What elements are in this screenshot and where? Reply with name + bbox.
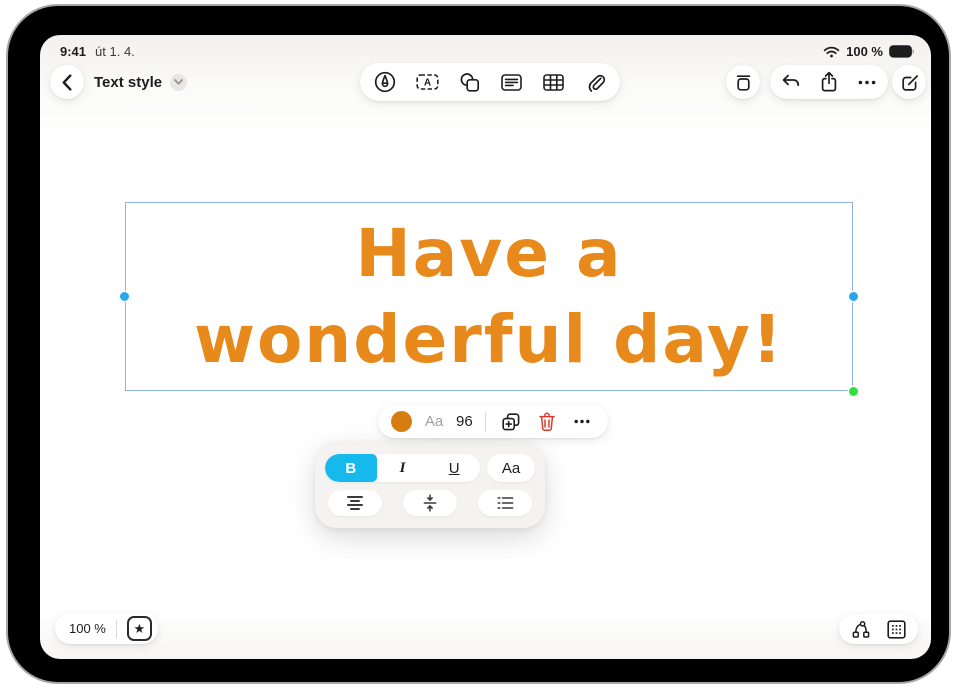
duplicate-button[interactable] — [499, 410, 523, 434]
battery-percentage: 100 % — [846, 44, 883, 59]
favorites-star-icon: ★ — [133, 620, 146, 636]
ipad-bezel: 9:41 út 1. 4. 100 % Text style A Have a … — [6, 4, 951, 684]
text-box-tool-icon: A — [415, 74, 439, 90]
table-tool-button[interactable] — [536, 65, 570, 99]
undo-icon — [782, 74, 800, 87]
snap-grid-icon — [886, 619, 906, 639]
favorites-button[interactable]: ★ — [126, 616, 152, 641]
draw-tool-icon — [374, 71, 396, 93]
freeform-app-screen: 9:41 út 1. 4. 100 % Text style A Have a … — [40, 35, 931, 659]
svg-text:A: A — [423, 78, 430, 89]
board-text-line1: Have a — [355, 214, 623, 292]
shapes-tool-button[interactable] — [452, 65, 486, 99]
zoom-level[interactable]: 100 % — [69, 621, 106, 636]
top-toolbar: Text style A — [40, 63, 931, 101]
new-board-button[interactable] — [892, 65, 926, 99]
more-icon — [858, 80, 876, 84]
text-format-popup: B I U Aa — [315, 433, 545, 528]
font-style-button[interactable]: Aa — [487, 454, 535, 482]
insert-tools-pill: A — [360, 63, 620, 101]
bold-button[interactable]: B — [325, 454, 377, 482]
resize-handle-left[interactable] — [120, 291, 129, 301]
delete-button[interactable] — [536, 410, 558, 434]
duplicate-icon — [502, 412, 520, 430]
align-center-icon — [347, 496, 363, 510]
list-icon — [496, 497, 513, 509]
attachment-tool-button[interactable] — [578, 65, 612, 99]
connect-shapes-icon — [852, 620, 870, 638]
more-button[interactable] — [850, 65, 884, 99]
bold-italic-underline-segment: B I U — [325, 454, 480, 482]
context-toolbar: Aa 96 — [378, 405, 608, 438]
delete-board-icon — [736, 74, 750, 91]
resize-handle-bottom-right[interactable] — [849, 387, 858, 396]
more-options-button[interactable] — [571, 410, 593, 434]
text-style-button[interactable]: Aa — [425, 413, 443, 430]
title-menu-button[interactable] — [170, 73, 188, 91]
chevron-left-icon — [62, 73, 72, 91]
actions-pill — [770, 65, 888, 99]
board-text-line2: wonderful day! — [193, 300, 785, 378]
connect-shapes-button[interactable] — [848, 616, 874, 642]
delete-icon — [539, 411, 555, 431]
bottom-right-controls — [839, 614, 918, 644]
zoom-divider — [115, 619, 117, 638]
text-object-selection[interactable]: Have a wonderful day! — [120, 202, 858, 396]
align-center-button[interactable] — [328, 490, 382, 516]
table-tool-icon — [542, 73, 564, 91]
clock: 9:41 — [60, 44, 87, 59]
shapes-tool-icon — [460, 72, 479, 92]
share-icon — [821, 71, 837, 92]
italic-button[interactable]: I — [377, 454, 429, 482]
chevron-down-icon — [174, 79, 183, 85]
more-options-icon — [574, 419, 590, 424]
zoom-controls: 100 % ★ — [55, 613, 158, 644]
status-bar-left: 9:41 út 1. 4. — [60, 44, 135, 59]
status-date: út 1. 4. — [95, 44, 135, 59]
vertical-align-center-button[interactable] — [403, 490, 457, 516]
snap-grid-button[interactable] — [883, 616, 909, 642]
note-tool-icon — [500, 73, 522, 91]
list-button[interactable] — [478, 490, 532, 516]
new-board-icon — [901, 74, 918, 91]
color-swatch[interactable] — [391, 411, 412, 432]
screenshot-stage: 9:41 út 1. 4. 100 % Text style A Have a … — [0, 0, 960, 689]
text-box-tool-button[interactable]: A — [410, 65, 444, 99]
delete-board-button[interactable] — [726, 65, 760, 99]
attachment-tool-icon — [588, 74, 605, 92]
back-button[interactable] — [50, 65, 84, 99]
board-text[interactable]: Have a wonderful day! — [126, 203, 852, 390]
status-bar-right: 100 % — [823, 44, 915, 59]
note-tool-button[interactable] — [494, 65, 528, 99]
font-size-value[interactable]: 96 — [456, 413, 473, 430]
draw-tool-button[interactable] — [368, 65, 402, 99]
share-button[interactable] — [812, 65, 846, 99]
underline-button[interactable]: U — [428, 454, 480, 482]
vertical-align-center-icon — [423, 494, 437, 512]
battery-icon — [889, 45, 915, 58]
resize-handle-right[interactable] — [849, 291, 858, 301]
context-divider — [485, 411, 487, 432]
undo-button[interactable] — [774, 65, 808, 99]
board-title[interactable]: Text style — [94, 74, 162, 91]
wifi-icon — [823, 46, 840, 58]
